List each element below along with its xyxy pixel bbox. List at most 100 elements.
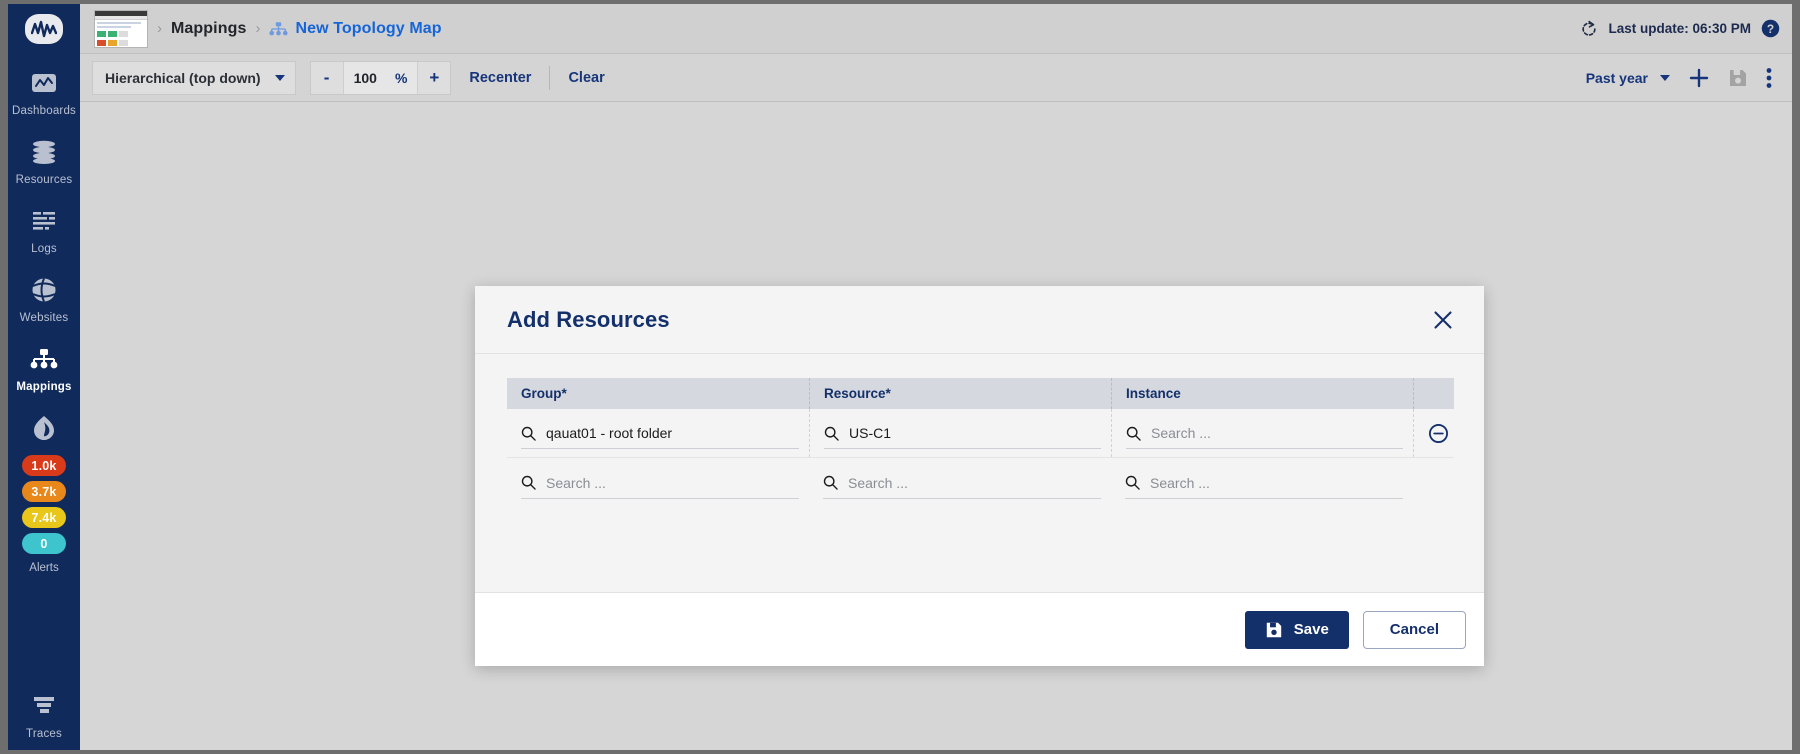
sidebar-label-alerts: Alerts <box>29 562 59 574</box>
zoom-in-button[interactable]: + <box>418 62 450 94</box>
field-underline <box>1126 448 1403 449</box>
layout-select-value: Hierarchical (top down) <box>105 69 261 86</box>
zoom-unit: % <box>394 69 408 86</box>
field-underline <box>1125 498 1403 499</box>
chevron-down-icon <box>1660 74 1670 81</box>
plus-icon[interactable] <box>1688 67 1710 89</box>
app-window: Dashboards Resources Logs Websites Mappi… <box>8 4 1792 750</box>
row-0-resource-value: US-C1 <box>849 425 892 441</box>
row-1-resource-input[interactable]: Search ... <box>809 458 1111 507</box>
row-1-instance-input[interactable]: Search ... <box>1111 458 1413 507</box>
remove-circle-icon[interactable] <box>1428 423 1449 444</box>
alert-badge-error[interactable]: 3.7k <box>22 481 66 502</box>
sidebar-item-traces[interactable]: Traces <box>8 677 80 750</box>
last-update-label: Last update: 06:30 PM <box>1608 21 1751 36</box>
page-thumbnail[interactable] <box>94 9 148 48</box>
map-toolbar: Hierarchical (top down) - 100 % + Recent… <box>80 54 1792 102</box>
time-range-select[interactable]: Past year <box>1586 70 1670 86</box>
sidebar-item-alerts[interactable]: 1.0k 3.7k 7.4k 0 Alerts <box>22 399 66 574</box>
alert-badge-warning[interactable]: 7.4k <box>22 507 66 528</box>
sidebar-label-dashboards: Dashboards <box>11 105 76 117</box>
column-header-group: Group* <box>521 386 567 401</box>
help-icon[interactable]: ? <box>1761 19 1780 38</box>
sidebar-item-resources[interactable]: Resources <box>8 123 80 192</box>
row-0-instance-input[interactable]: Search ... <box>1111 409 1413 457</box>
search-icon <box>1125 475 1140 490</box>
websites-icon <box>29 275 59 305</box>
breadcrumb-mappings[interactable]: Mappings <box>171 20 246 38</box>
dashboards-icon <box>29 68 59 98</box>
field-underline <box>824 448 1101 449</box>
top-bar-right: Last update: 06:30 PM ? <box>1580 19 1780 38</box>
alert-flame-icon <box>29 413 59 443</box>
column-header-resource: Resource* <box>809 378 1111 409</box>
main-area: › Mappings › New Topology Map Last updat… <box>80 4 1792 750</box>
toolbar-right: Past year <box>1586 67 1780 89</box>
search-icon <box>823 475 838 490</box>
logs-icon <box>29 206 59 236</box>
alert-badge-info[interactable]: 0 <box>22 533 66 554</box>
row-0-group-input[interactable]: qauat01 - root folder <box>507 409 809 457</box>
primary-sidebar: Dashboards Resources Logs Websites Mappi… <box>8 4 80 750</box>
sidebar-item-mappings[interactable]: Mappings <box>8 330 80 399</box>
sidebar-item-dashboards[interactable]: Dashboards <box>8 54 80 123</box>
row-0-group-value: qauat01 - root folder <box>546 425 673 441</box>
row-1-instance-placeholder: Search ... <box>1150 474 1210 491</box>
alert-badge-info-value: 0 <box>40 536 48 551</box>
svg-text:?: ? <box>1767 22 1774 36</box>
clear-button[interactable]: Clear <box>550 70 622 86</box>
add-resources-modal: Add Resources Group* Resource* Instance <box>475 286 1484 666</box>
refresh-icon[interactable] <box>1580 20 1598 38</box>
top-bar: › Mappings › New Topology Map Last updat… <box>80 4 1792 54</box>
sidebar-label-resources: Resources <box>15 174 73 186</box>
search-icon <box>824 426 839 441</box>
modal-title: Add Resources <box>507 306 670 332</box>
breadcrumb-new-topology-map[interactable]: New Topology Map <box>295 20 441 38</box>
sidebar-item-websites[interactable]: Websites <box>8 261 80 330</box>
zoom-out-button[interactable]: - <box>311 62 343 94</box>
layout-select[interactable]: Hierarchical (top down) <box>92 60 296 95</box>
row-1-resource-placeholder: Search ... <box>848 474 908 491</box>
mappings-icon <box>29 344 59 374</box>
logicmonitor-logo <box>25 14 63 44</box>
modal-footer: Save Cancel <box>475 592 1484 666</box>
save-disk-icon[interactable] <box>1728 68 1748 88</box>
table-header-row: Group* Resource* Instance <box>507 378 1454 409</box>
modal-header: Add Resources <box>475 286 1484 354</box>
breadcrumb-separator-2: › <box>255 20 261 37</box>
traces-icon <box>29 691 59 721</box>
cancel-button[interactable]: Cancel <box>1362 610 1466 649</box>
logo-container[interactable] <box>8 4 80 54</box>
row-1-actions <box>1413 458 1454 507</box>
save-disk-icon <box>1265 621 1283 639</box>
zoom-control-group: - 100 % + <box>309 60 452 95</box>
breadcrumb-separator-1: › <box>157 20 162 37</box>
alert-badge-warning-value: 7.4k <box>31 510 57 525</box>
row-0-actions <box>1413 409 1459 457</box>
topology-icon <box>269 21 289 37</box>
modal-body: Group* Resource* Instance qauat01 - root… <box>475 354 1484 592</box>
resources-table: Group* Resource* Instance qauat01 - root… <box>507 378 1454 507</box>
search-icon <box>1126 426 1141 441</box>
row-0-resource-input[interactable]: US-C1 <box>809 409 1111 457</box>
table-row: qauat01 - root folder US-C1 Search ... <box>507 409 1454 458</box>
search-icon <box>521 475 536 490</box>
save-button[interactable]: Save <box>1244 610 1349 649</box>
time-range-value: Past year <box>1585 69 1648 86</box>
alert-badge-critical-value: 1.0k <box>31 458 57 473</box>
zoom-field[interactable]: 100 % <box>342 61 419 94</box>
chevron-down-icon <box>274 74 285 81</box>
sidebar-label-mappings: Mappings <box>16 381 72 393</box>
close-icon[interactable] <box>1432 309 1454 331</box>
field-underline <box>521 498 799 499</box>
sidebar-label-logs: Logs <box>31 243 57 255</box>
alert-badge-error-value: 3.7k <box>31 484 57 499</box>
sidebar-label-traces: Traces <box>26 728 62 740</box>
row-1-group-input[interactable]: Search ... <box>507 458 809 507</box>
zoom-value: 100 <box>353 69 377 86</box>
alert-badge-critical[interactable]: 1.0k <box>22 455 66 476</box>
sidebar-item-logs[interactable]: Logs <box>8 192 80 261</box>
more-vertical-icon[interactable] <box>1766 67 1772 89</box>
row-1-group-placeholder: Search ... <box>546 474 606 491</box>
recenter-button[interactable]: Recenter <box>451 70 549 86</box>
